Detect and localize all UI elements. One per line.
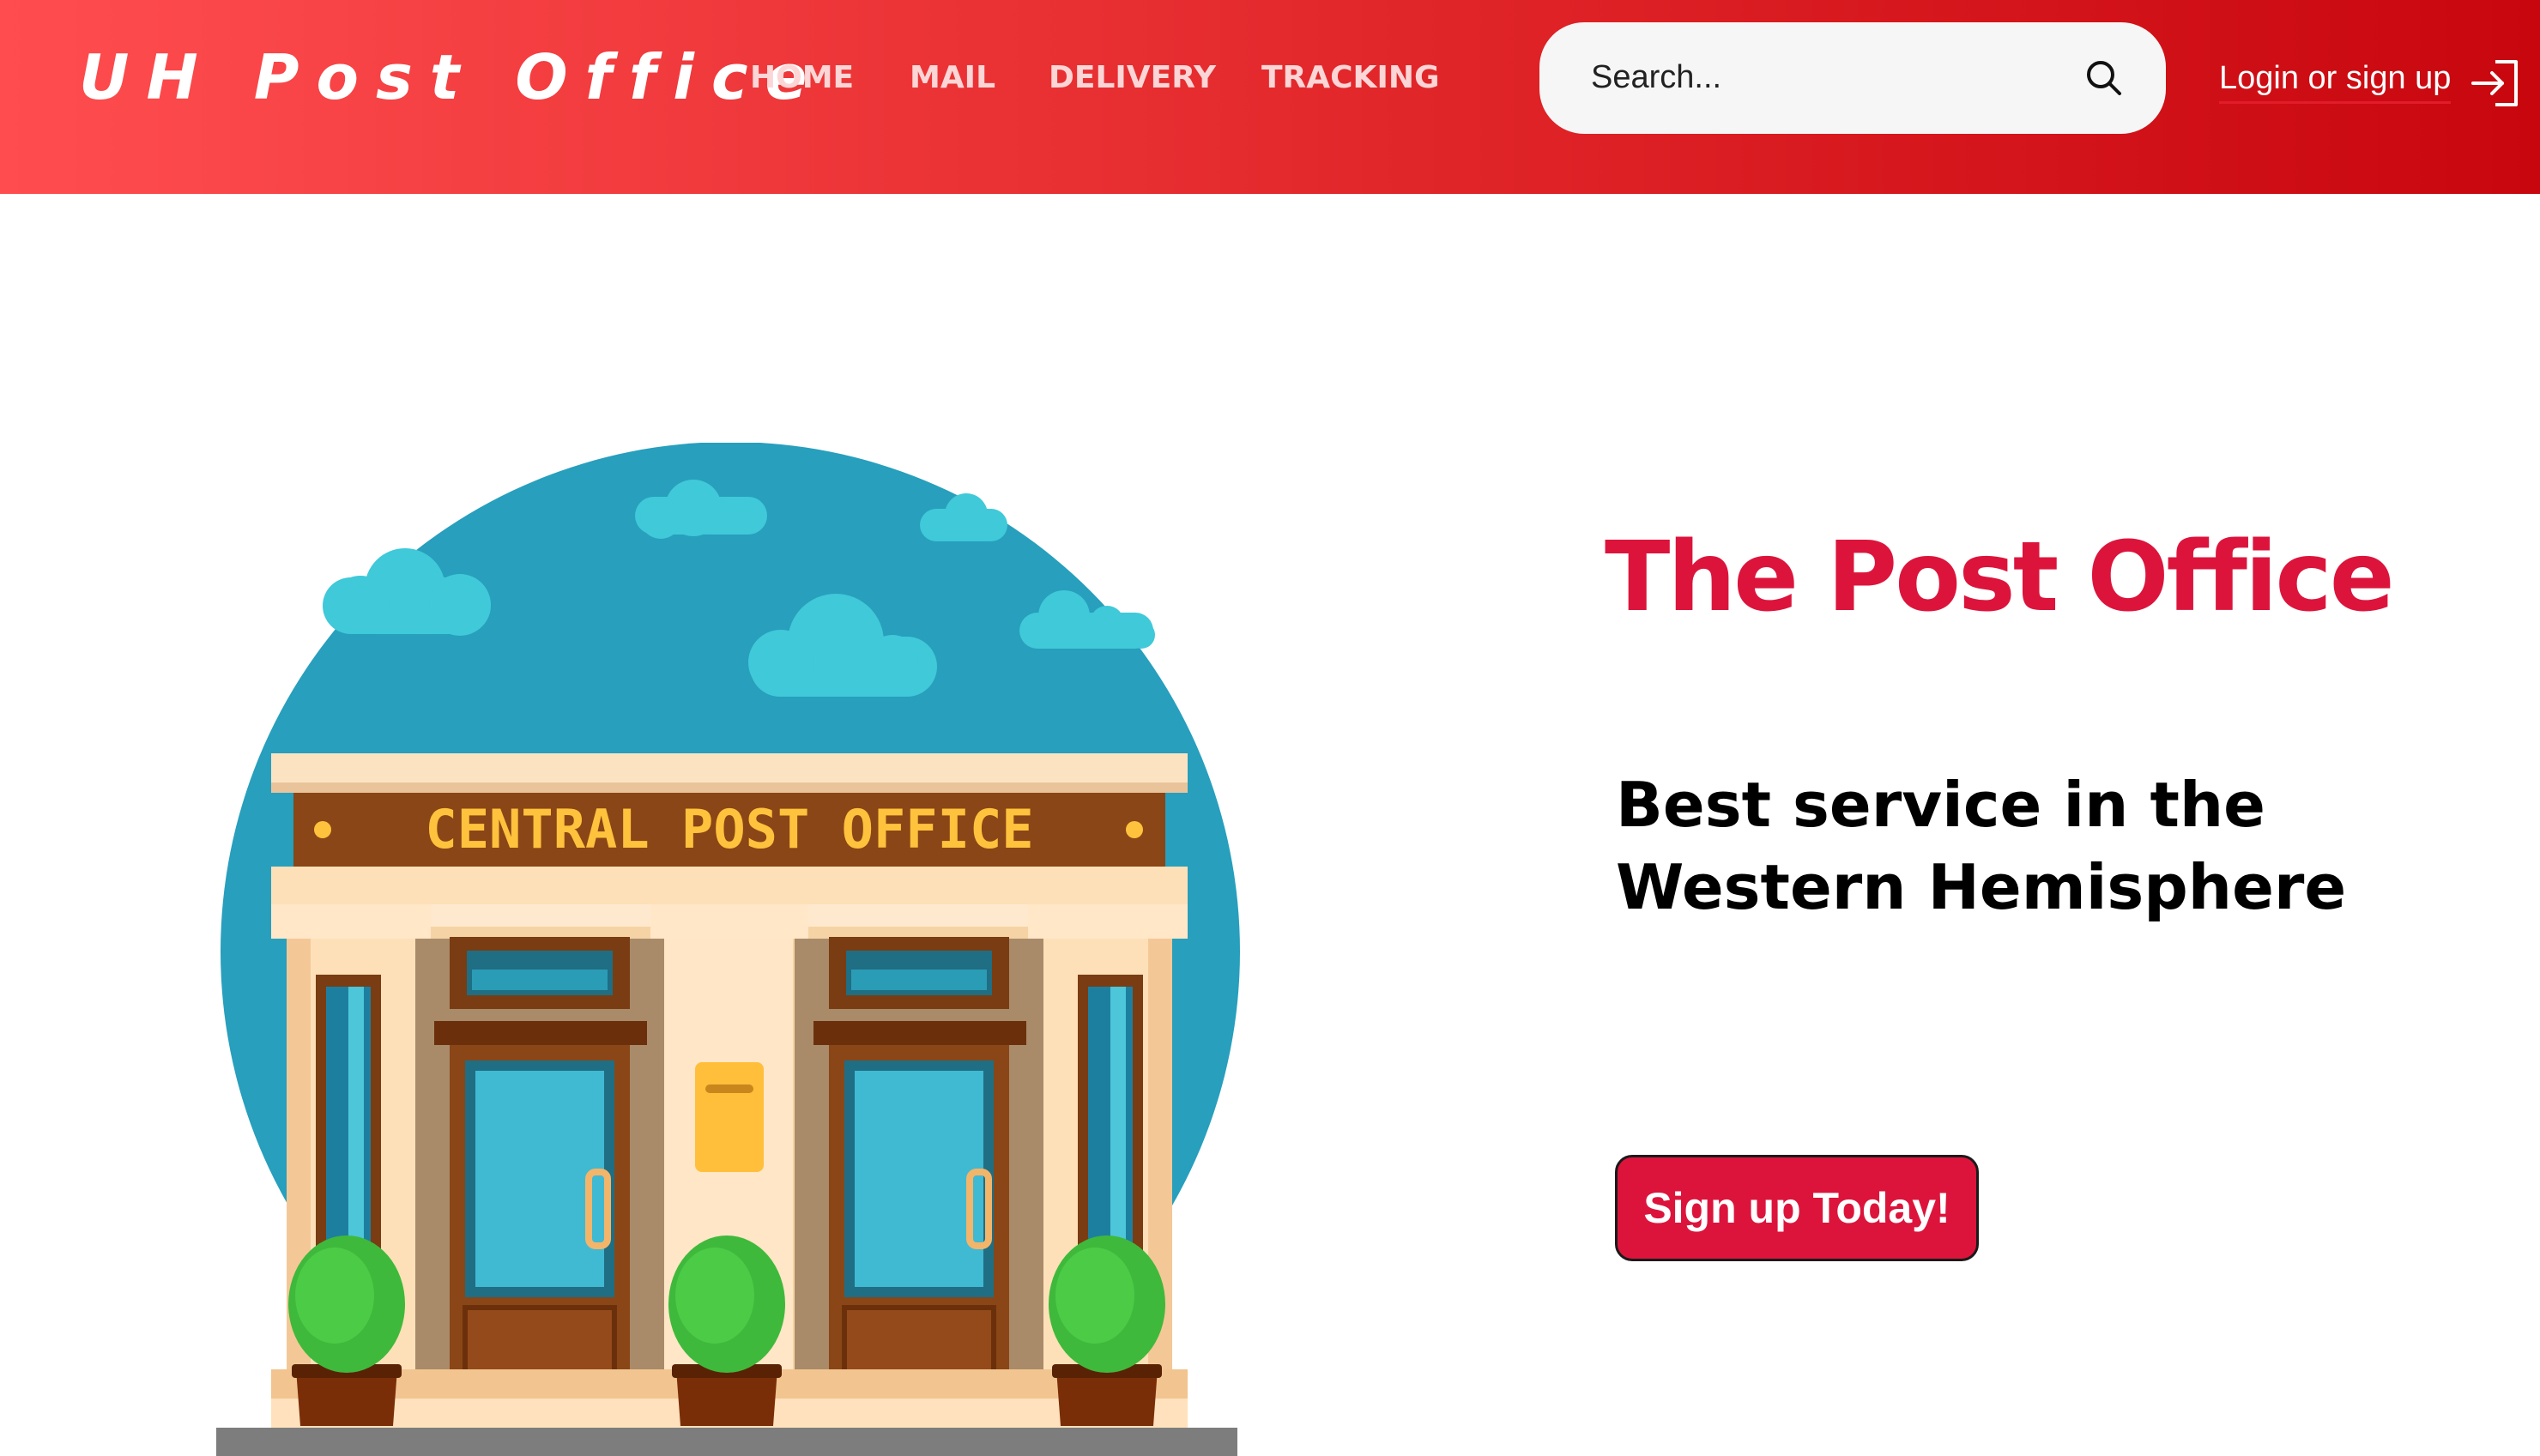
left-door [434,937,647,1400]
nav-mail[interactable]: MAIL [910,60,995,95]
right-door [813,937,1026,1400]
sidewalk [216,1428,1237,1456]
brand-logo[interactable]: UH Post Office [79,41,824,113]
signup-button[interactable]: Sign up Today! [1615,1155,1979,1261]
login-link[interactable]: Login or sign up [2219,58,2540,106]
search-box [1539,22,2166,134]
nav-delivery[interactable]: DELIVERY [1049,60,1216,95]
hero-title: The Post Office [1605,522,2395,633]
nav-home[interactable]: HOME [750,60,854,95]
post-office-illustration: CENTRAL POST OFFICE [216,443,1240,1456]
login-label[interactable]: Login or sign up [2219,58,2452,104]
mailbox [695,1062,764,1172]
site-header: UH Post Office HOME MAIL DELIVERY TRACKI… [0,0,2540,194]
sign-text: CENTRAL POST OFFICE [425,798,1033,861]
nav-tracking[interactable]: TRACKING [1261,60,1440,95]
login-arrow-icon[interactable] [2470,57,2523,110]
search-icon[interactable] [2083,57,2125,99]
search-input[interactable] [1589,51,2056,103]
hero-subtitle: Best service in the Western Hemisphere [1616,769,2347,923]
